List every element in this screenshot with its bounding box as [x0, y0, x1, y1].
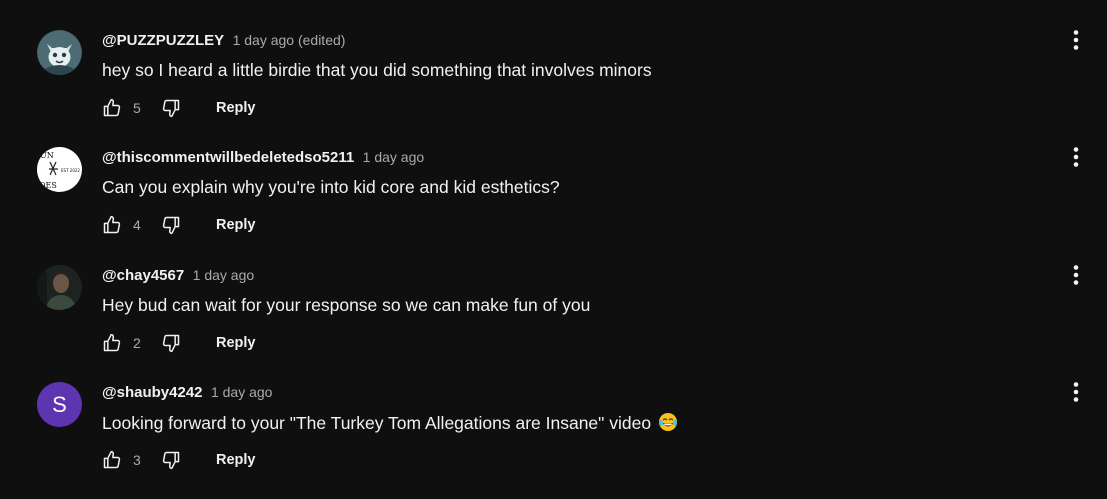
kebab-menu-icon — [1073, 382, 1079, 402]
author-name[interactable]: @PUZZPUZZLEY — [102, 32, 224, 49]
thumbs-up-icon — [103, 98, 121, 117]
avatar-letter: S — [52, 391, 67, 417]
thumbs-up-icon — [103, 215, 121, 234]
dislike-button[interactable] — [161, 215, 181, 235]
comment-text-content: Hey bud can wait for your response so we… — [102, 295, 591, 315]
like-button[interactable] — [102, 98, 122, 118]
comment-header: @PUZZPUZZLEY 1 day ago (edited) — [102, 32, 345, 50]
comment-thread: @PUZZPUZZLEY 1 day ago (edited) hey so I… — [0, 30, 1107, 147]
svg-text:UN: UN — [40, 151, 54, 160]
like-button[interactable] — [102, 450, 122, 470]
comment-text: hey so I heard a little birdie that you … — [102, 60, 652, 81]
author-name[interactable]: @chay4567 — [102, 267, 184, 284]
comment-text: Looking forward to your "The Turkey Tom … — [102, 412, 678, 437]
reply-button[interactable]: Reply — [216, 335, 256, 351]
svg-text:OES: OES — [39, 181, 57, 190]
comment-text-content: hey so I heard a little birdie that you … — [102, 60, 652, 80]
thumbs-down-icon — [162, 216, 180, 235]
cat-mask-avatar-icon — [37, 30, 82, 75]
timestamp[interactable]: 1 day ago (edited) — [233, 32, 346, 48]
more-actions-button[interactable] — [1066, 263, 1086, 287]
like-button[interactable] — [102, 333, 122, 353]
avatar[interactable] — [37, 265, 82, 310]
logo-avatar-icon: UN EST 2022 OES — [37, 147, 82, 192]
comment-text: Can you explain why you're into kid core… — [102, 177, 560, 198]
comment-thread: S @shauby4242 1 day ago Looking forward … — [0, 382, 1107, 499]
comment-thread: @chay4567 1 day ago Hey bud can wait for… — [0, 265, 1107, 382]
more-actions-button[interactable] — [1066, 145, 1086, 169]
photo-avatar-icon — [37, 265, 82, 310]
laughing-tears-emoji-icon — [658, 412, 678, 437]
comment-actions: 4 Reply — [102, 213, 256, 237]
thumbs-down-icon — [162, 99, 180, 118]
avatar[interactable]: UN EST 2022 OES — [37, 147, 82, 192]
author-name[interactable]: @shauby4242 — [102, 384, 203, 401]
thumbs-down-icon — [162, 451, 180, 470]
like-count: 3 — [133, 452, 141, 468]
kebab-menu-icon — [1073, 265, 1079, 285]
more-actions-button[interactable] — [1066, 28, 1086, 52]
like-count: 5 — [133, 100, 141, 116]
timestamp[interactable]: 1 day ago — [363, 149, 425, 165]
comment-header: @thiscommentwillbedeletedso5211 1 day ag… — [102, 149, 424, 167]
thumbs-up-icon — [103, 333, 121, 352]
author-name[interactable]: @thiscommentwillbedeletedso5211 — [102, 149, 354, 166]
reply-button[interactable]: Reply — [216, 452, 256, 468]
kebab-menu-icon — [1073, 147, 1079, 167]
svg-text:EST 2022: EST 2022 — [61, 168, 80, 173]
thumbs-up-icon — [103, 450, 121, 469]
comment-header: @chay4567 1 day ago — [102, 267, 254, 285]
comment-text: Hey bud can wait for your response so we… — [102, 295, 590, 316]
like-count: 4 — [133, 217, 141, 233]
reply-button[interactable]: Reply — [216, 217, 256, 233]
dislike-button[interactable] — [161, 333, 181, 353]
like-count: 2 — [133, 335, 141, 351]
like-button[interactable] — [102, 215, 122, 235]
comments-section: @PUZZPUZZLEY 1 day ago (edited) hey so I… — [0, 0, 1107, 482]
comment-actions: 2 Reply — [102, 331, 256, 355]
avatar[interactable] — [37, 30, 82, 75]
thumbs-down-icon — [162, 334, 180, 353]
comment-actions: 3 Reply — [102, 448, 256, 472]
comment-actions: 5 Reply — [102, 96, 256, 120]
dislike-button[interactable] — [161, 450, 181, 470]
comment-text-content: Can you explain why you're into kid core… — [102, 177, 560, 197]
dislike-button[interactable] — [161, 98, 181, 118]
timestamp[interactable]: 1 day ago — [211, 384, 273, 400]
kebab-menu-icon — [1073, 30, 1079, 50]
comment-header: @shauby4242 1 day ago — [102, 384, 272, 402]
reply-button[interactable]: Reply — [216, 100, 256, 116]
avatar[interactable]: S — [37, 382, 82, 427]
more-actions-button[interactable] — [1066, 380, 1086, 404]
comment-thread: UN EST 2022 OES @thiscommentwillbedelete… — [0, 147, 1107, 264]
timestamp[interactable]: 1 day ago — [193, 267, 255, 283]
comment-text-content: Looking forward to your "The Turkey Tom … — [102, 413, 652, 433]
